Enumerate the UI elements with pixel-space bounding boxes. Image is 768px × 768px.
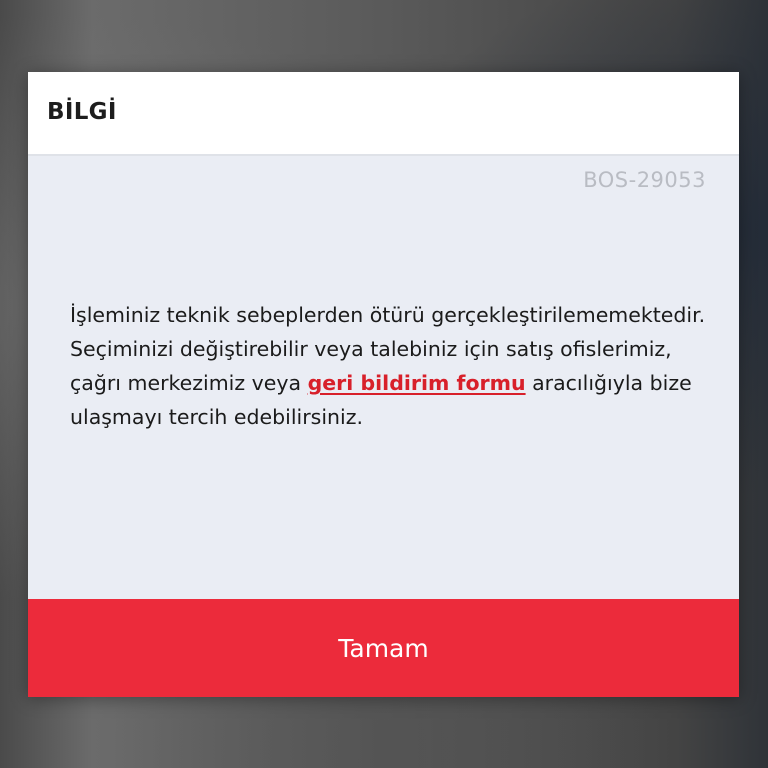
dialog-header: BİLGİ xyxy=(28,72,739,156)
ok-button[interactable]: Tamam xyxy=(28,599,739,697)
error-code: BOS-29053 xyxy=(583,168,706,192)
dialog-title: BİLGİ xyxy=(47,99,117,125)
dialog-message: İşleminiz teknik sebeplerden ötürü gerçe… xyxy=(70,298,710,434)
feedback-form-link[interactable]: geri bildirim formu xyxy=(308,371,526,395)
info-dialog: BİLGİ BOS-29053 İşleminiz teknik sebeple… xyxy=(28,72,739,697)
